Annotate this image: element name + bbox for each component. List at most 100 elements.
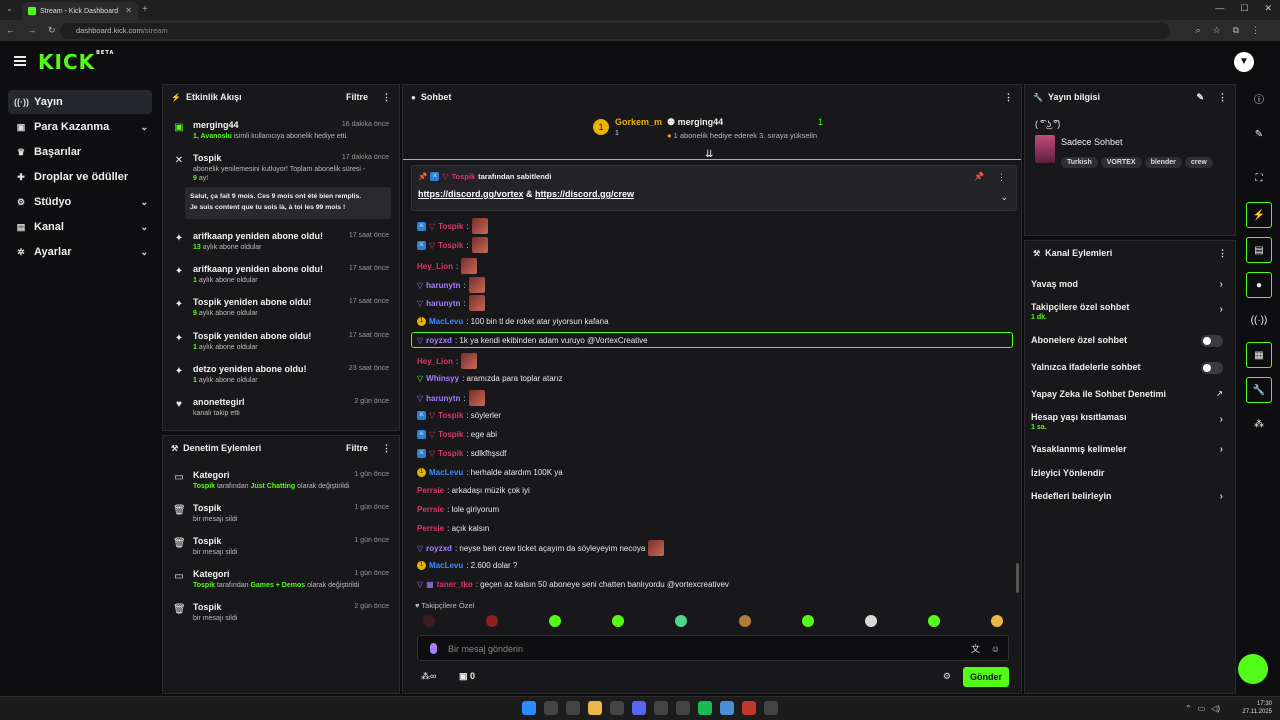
chat-scrollbar[interactable]: [1016, 563, 1019, 593]
chevron-down-icon[interactable]: ⌄: [1000, 192, 1008, 203]
translate-icon[interactable]: 文: [971, 636, 980, 662]
chat-username[interactable]: Perrsie: [417, 486, 444, 495]
pinned-message[interactable]: 📌 ⚔ ▽ Tospik tarafından sabitlendi https…: [411, 165, 1017, 211]
chat-message[interactable]: 1 MacLevu: 2.600 dolar ?: [417, 561, 517, 570]
back-icon[interactable]: ←: [6, 25, 15, 36]
pinned-link[interactable]: https://discord.gg/vortex: [418, 189, 524, 199]
menu-dots-icon[interactable]: ⋮: [1251, 25, 1260, 36]
chat-username[interactable]: royzxd: [426, 336, 452, 345]
emote-icon[interactable]: [801, 615, 814, 627]
windows-start-icon[interactable]: [522, 701, 536, 715]
subscribers-only-toggle[interactable]: [1201, 335, 1223, 347]
wrench-icon[interactable]: 🔧: [1246, 377, 1272, 403]
volume-icon[interactable]: ◁): [1211, 704, 1220, 713]
chat-toggle-icon[interactable]: ●: [1246, 272, 1272, 298]
bookmark-star-icon[interactable]: ☆: [1212, 25, 1220, 36]
app-icon[interactable]: [742, 701, 756, 715]
moderation-item[interactable]: 🗑 Tospik 1 gün önce bir mesajı sildi: [163, 536, 399, 564]
chat-username[interactable]: Perrsie: [417, 524, 444, 533]
followers-only-row[interactable]: Takipçilere özel sohbet › 1 dk.: [1031, 302, 1231, 326]
chat-username[interactable]: Perrsie: [417, 505, 444, 514]
moderation-item[interactable]: 🗑 Tospik 1 gün önce bir mesajı sildi: [163, 503, 399, 531]
more-icon[interactable]: ⋮: [382, 92, 391, 103]
app-icon[interactable]: [654, 701, 668, 715]
sidebar-item-basarilar[interactable]: ♛ Başarılar: [8, 140, 152, 164]
ai-moderation-row[interactable]: Yapay Zeka ile Sohbet Denetimi ↗: [1031, 389, 1231, 403]
chat-message[interactable]: Hey_Lion:: [417, 258, 478, 274]
app-icon[interactable]: [764, 701, 778, 715]
chat-message[interactable]: 1 MacLevu: 100 bin tl de roket atar yiyor…: [417, 317, 609, 326]
chat-username[interactable]: MacLevu: [429, 468, 463, 477]
clock[interactable]: 17:30 27.11.2025: [1242, 700, 1272, 716]
chat-message[interactable]: ⚔ ▽ Tospik:: [417, 237, 488, 253]
sidebar-item-droplar[interactable]: ✚ Droplar ve ödüller: [8, 165, 152, 189]
chat-message[interactable]: Perrsie: lole giriyorum: [417, 505, 499, 514]
profile-avatar[interactable]: ▼: [1234, 52, 1254, 72]
help-chat-icon[interactable]: [1238, 654, 1268, 684]
more-icon[interactable]: ⋮: [1218, 92, 1227, 103]
activity-item[interactable]: ♥ anonettegirl 2 gün önce kanalı takip e…: [163, 397, 399, 425]
kick-logo[interactable]: KICKBETA: [38, 50, 114, 74]
chat-message[interactable]: Hey_Lion:: [417, 353, 478, 369]
spotify-icon[interactable]: [698, 701, 712, 715]
chat-username[interactable]: Tospik: [438, 449, 463, 458]
emote-icon[interactable]: [612, 615, 625, 627]
chat-username[interactable]: Whinsyy: [426, 374, 459, 383]
chat-message[interactable]: ▽ royzxd: neyse ben crew ticket açayım da…: [417, 540, 665, 556]
emote-icon[interactable]: [990, 615, 1003, 627]
activity-item[interactable]: ▣ merging44 16 dakika önce 1, Avanoslu i…: [163, 120, 399, 150]
sidebar-item-studyo[interactable]: ⚙ Stüdyo ⌄: [8, 190, 152, 214]
reload-icon[interactable]: ↻: [48, 25, 56, 36]
emote-icon[interactable]: [675, 615, 688, 627]
chat-username[interactable]: harunytn: [426, 281, 460, 290]
send-button[interactable]: Gönder: [963, 667, 1009, 687]
hamburger-menu-icon[interactable]: [14, 56, 26, 66]
chat-username[interactable]: taner_tko: [437, 580, 473, 589]
edit-icon[interactable]: ✎: [1196, 92, 1204, 103]
folder-icon[interactable]: [588, 701, 602, 715]
chat-message[interactable]: ▽ ▦ taner_tko: geçen az kalsın 50 aboneye …: [417, 580, 729, 589]
chat-message[interactable]: Perrsie: açık kalsın: [417, 524, 489, 533]
extensions-icon[interactable]: ⧉: [1233, 25, 1239, 36]
moderation-toggle-icon[interactable]: ▤: [1246, 237, 1272, 263]
channel-points-icon[interactable]: ⁂∞: [421, 671, 436, 682]
chat-username[interactable]: Tospik: [438, 222, 463, 231]
tab-menu-icon[interactable]: ⌄: [6, 4, 13, 13]
chat-username[interactable]: MacLevu: [429, 561, 463, 570]
tag-chip[interactable]: blender: [1144, 157, 1182, 168]
more-icon[interactable]: ⋮: [997, 172, 1006, 183]
emotes-only-toggle[interactable]: [1201, 362, 1223, 374]
moderation-item[interactable]: ▭ Kategori 1 gün önce Tospik tarafından …: [163, 569, 399, 597]
emotes-only-row[interactable]: Yalnızca ifadelerle sohbet: [1031, 362, 1231, 376]
emoji-icon[interactable]: ☺: [991, 636, 1000, 662]
chat-username[interactable]: Tospik: [438, 430, 463, 439]
chat-message[interactable]: ▽ royzxd: 1k ya kendi ekibinden adam vuru…: [417, 336, 648, 345]
emote-icon[interactable]: [423, 615, 435, 627]
chat-message[interactable]: 1 MacLevu: herhalde atardım 100K ya: [417, 468, 563, 477]
filter-button[interactable]: Filtre: [346, 92, 368, 103]
chat-message[interactable]: ⚔ ▽ Tospik: söylerler: [417, 411, 501, 420]
activity-item[interactable]: ✦ Tospik yeniden abone oldu! 17 saat önc…: [163, 297, 399, 325]
chat-message[interactable]: ⚔ ▽ Tospik:: [417, 218, 488, 234]
more-icon[interactable]: ⋮: [1004, 92, 1013, 103]
chat-username[interactable]: harunytn: [426, 394, 460, 403]
chat-settings-icon[interactable]: ⚙: [943, 671, 951, 682]
minimize-icon[interactable]: —: [1215, 3, 1224, 14]
tag-chip[interactable]: VORTEX: [1100, 157, 1142, 168]
url-input[interactable]: dashboard.kick.com/stream: [60, 23, 1170, 39]
browser-tab[interactable]: Stream - Kick Dashboard ✕: [22, 2, 138, 20]
chat-message-input[interactable]: Bir mesaj gönderin 文 ☺: [417, 635, 1009, 661]
chat-message[interactable]: ▽ harunytn:: [417, 390, 485, 406]
chat-username[interactable]: Hey_Lion: [417, 357, 453, 366]
emote-icon[interactable]: [927, 615, 940, 627]
moderation-item[interactable]: 🗑 Tospik 2 gün önce bir mesajı sildi: [163, 602, 399, 630]
chat-username[interactable]: Hey_Lion: [417, 262, 453, 271]
chat-message[interactable]: ▽ harunytn:: [417, 277, 485, 293]
chat-username[interactable]: Tospik: [438, 411, 463, 420]
emote-icon[interactable]: [864, 615, 877, 627]
fullscreen-icon[interactable]: ⛶: [1246, 166, 1272, 192]
banned-words-row[interactable]: Yasaklanmış kelimeler ›: [1031, 444, 1231, 458]
more-icon[interactable]: ⋮: [1218, 248, 1227, 259]
maximize-icon[interactable]: ☐: [1240, 3, 1248, 14]
chat-message[interactable]: ▽ Whinsyy: aramızda para toplar atarız: [417, 374, 563, 383]
